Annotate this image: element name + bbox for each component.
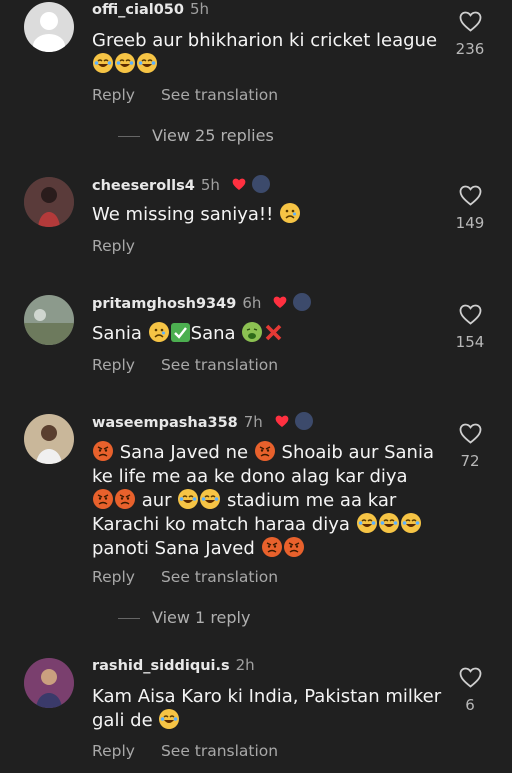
- comment-text: We missing saniya!!: [92, 203, 444, 227]
- laughing-emoji-icon: [137, 53, 157, 73]
- laughing-emoji-icon: [378, 513, 399, 533]
- comment-text-part: Karachi ko match haraa diya: [92, 514, 350, 535]
- like-control: 149: [452, 184, 488, 232]
- comment-meta: pritamghosh9349 6h: [92, 293, 312, 312]
- angry-emoji-icon: [93, 489, 113, 509]
- angry-emoji-icon: [115, 489, 135, 509]
- heart-outline-icon[interactable]: [458, 422, 483, 444]
- reply-button[interactable]: Reply: [92, 237, 135, 255]
- divider-line: [118, 618, 140, 619]
- comment-meta: cheeserolls4 5h: [92, 175, 270, 194]
- username[interactable]: cheeserolls4: [92, 178, 195, 194]
- like-control: 72: [452, 422, 488, 470]
- like-count: 72: [460, 452, 480, 470]
- comment-actions: Reply: [92, 237, 135, 255]
- comment-text-part: Sania: [92, 323, 142, 344]
- like-control: 236: [452, 10, 488, 58]
- avatar[interactable]: [24, 414, 74, 464]
- comment-text: Sana Javed ne Shoaib aur Sania ke life m…: [92, 441, 444, 561]
- comment-text-part: ke life me aa ke dono alag kar diya: [92, 466, 408, 487]
- comment-text: Greeb aur bhikharion ki cricket league: [92, 29, 444, 77]
- timestamp: 7h: [243, 413, 263, 431]
- laughing-emoji-icon: [400, 513, 421, 533]
- comment-text-part: aur: [141, 490, 172, 511]
- reply-button[interactable]: Reply: [92, 86, 135, 104]
- laughing-emoji-icon: [159, 709, 180, 729]
- creator-avatar-icon: [294, 412, 313, 430]
- sad-emoji-icon: [148, 322, 169, 342]
- timestamp: 5h: [200, 176, 220, 194]
- avatar[interactable]: [24, 295, 74, 345]
- like-control: 154: [452, 303, 488, 351]
- comment-text-part: panoti Sana Javed: [92, 538, 255, 559]
- comment-meta: rashid_siddiqui.s 2h: [92, 656, 255, 674]
- heart-outline-icon[interactable]: [458, 10, 483, 32]
- reply-button[interactable]: Reply: [92, 742, 135, 760]
- comment-actions: Reply See translation: [92, 356, 278, 374]
- check-mark-icon: [170, 323, 190, 342]
- angry-emoji-icon: [261, 537, 282, 557]
- like-count: 6: [465, 696, 475, 714]
- creator-liked-heart-icon: [275, 415, 288, 428]
- comment-text-part: Sana: [190, 323, 236, 344]
- laughing-emoji-icon: [178, 489, 199, 509]
- timestamp: 6h: [242, 294, 262, 312]
- avatar[interactable]: [24, 658, 74, 708]
- view-replies-label: View 25 replies: [152, 126, 274, 145]
- timestamp: 5h: [189, 0, 210, 18]
- comment-actions: Reply See translation: [92, 568, 278, 586]
- creator-avatar-icon: [251, 175, 270, 193]
- comment-text-content: Greeb aur bhikharion ki cricket league: [92, 30, 438, 51]
- comment-meta: offi_cial050 5h: [92, 0, 209, 18]
- avatar[interactable]: [24, 2, 74, 52]
- reply-button[interactable]: Reply: [92, 568, 135, 586]
- like-count: 236: [455, 40, 485, 58]
- heart-outline-icon[interactable]: [458, 303, 483, 325]
- comment-actions: Reply See translation: [92, 742, 278, 760]
- comment-meta: waseempasha358 7h: [92, 412, 313, 431]
- cross-mark-icon: [264, 323, 283, 342]
- see-translation-button[interactable]: See translation: [161, 356, 278, 374]
- divider-line: [118, 136, 140, 137]
- username[interactable]: rashid_siddiqui.s: [92, 658, 230, 674]
- creator-avatar-icon: [293, 293, 312, 311]
- comment-actions: Reply See translation: [92, 86, 278, 104]
- view-replies-label: View 1 reply: [152, 608, 251, 627]
- username[interactable]: waseempasha358: [92, 415, 238, 431]
- vomiting-emoji-icon: [242, 322, 263, 342]
- see-translation-button[interactable]: See translation: [161, 86, 278, 104]
- timestamp: 2h: [235, 656, 255, 674]
- comment-text-content: We missing saniya!!: [92, 204, 274, 225]
- username[interactable]: pritamghosh9349: [92, 296, 236, 312]
- see-translation-button[interactable]: See translation: [161, 568, 278, 586]
- like-count: 149: [455, 214, 485, 232]
- view-replies-button[interactable]: View 1 reply: [118, 608, 250, 627]
- laughing-emoji-icon: [93, 53, 113, 73]
- like-count: 154: [455, 333, 485, 351]
- reply-button[interactable]: Reply: [92, 356, 135, 374]
- heart-outline-icon[interactable]: [458, 184, 483, 206]
- see-translation-button[interactable]: See translation: [161, 742, 278, 760]
- view-replies-button[interactable]: View 25 replies: [118, 126, 274, 145]
- laughing-emoji-icon: [356, 513, 377, 533]
- angry-emoji-icon: [283, 537, 304, 557]
- laughing-emoji-icon: [200, 489, 221, 509]
- angry-emoji-icon: [93, 441, 113, 461]
- creator-liked-heart-icon: [273, 296, 287, 309]
- comment-text-part: stadium me aa kar: [227, 490, 397, 511]
- angry-emoji-icon: [254, 441, 275, 461]
- comment-text-part: Sana Javed ne: [119, 442, 249, 463]
- comment-text-part: Shoaib aur Sania: [281, 442, 434, 463]
- comment-text: Sania Sana: [92, 322, 444, 346]
- sad-emoji-icon: [280, 203, 301, 223]
- username[interactable]: offi_cial050: [92, 2, 184, 18]
- like-control: 6: [452, 666, 488, 714]
- heart-outline-icon[interactable]: [458, 666, 483, 688]
- avatar[interactable]: [24, 177, 74, 227]
- comment-text-part: Kam Aisa Karo ki India, Pakistan milker: [92, 686, 442, 707]
- laughing-emoji-icon: [115, 53, 135, 73]
- comment-text: Kam Aisa Karo ki India, Pakistan milker …: [92, 685, 444, 733]
- creator-liked-heart-icon: [232, 178, 246, 191]
- comment-text-part: gali de: [92, 710, 153, 731]
